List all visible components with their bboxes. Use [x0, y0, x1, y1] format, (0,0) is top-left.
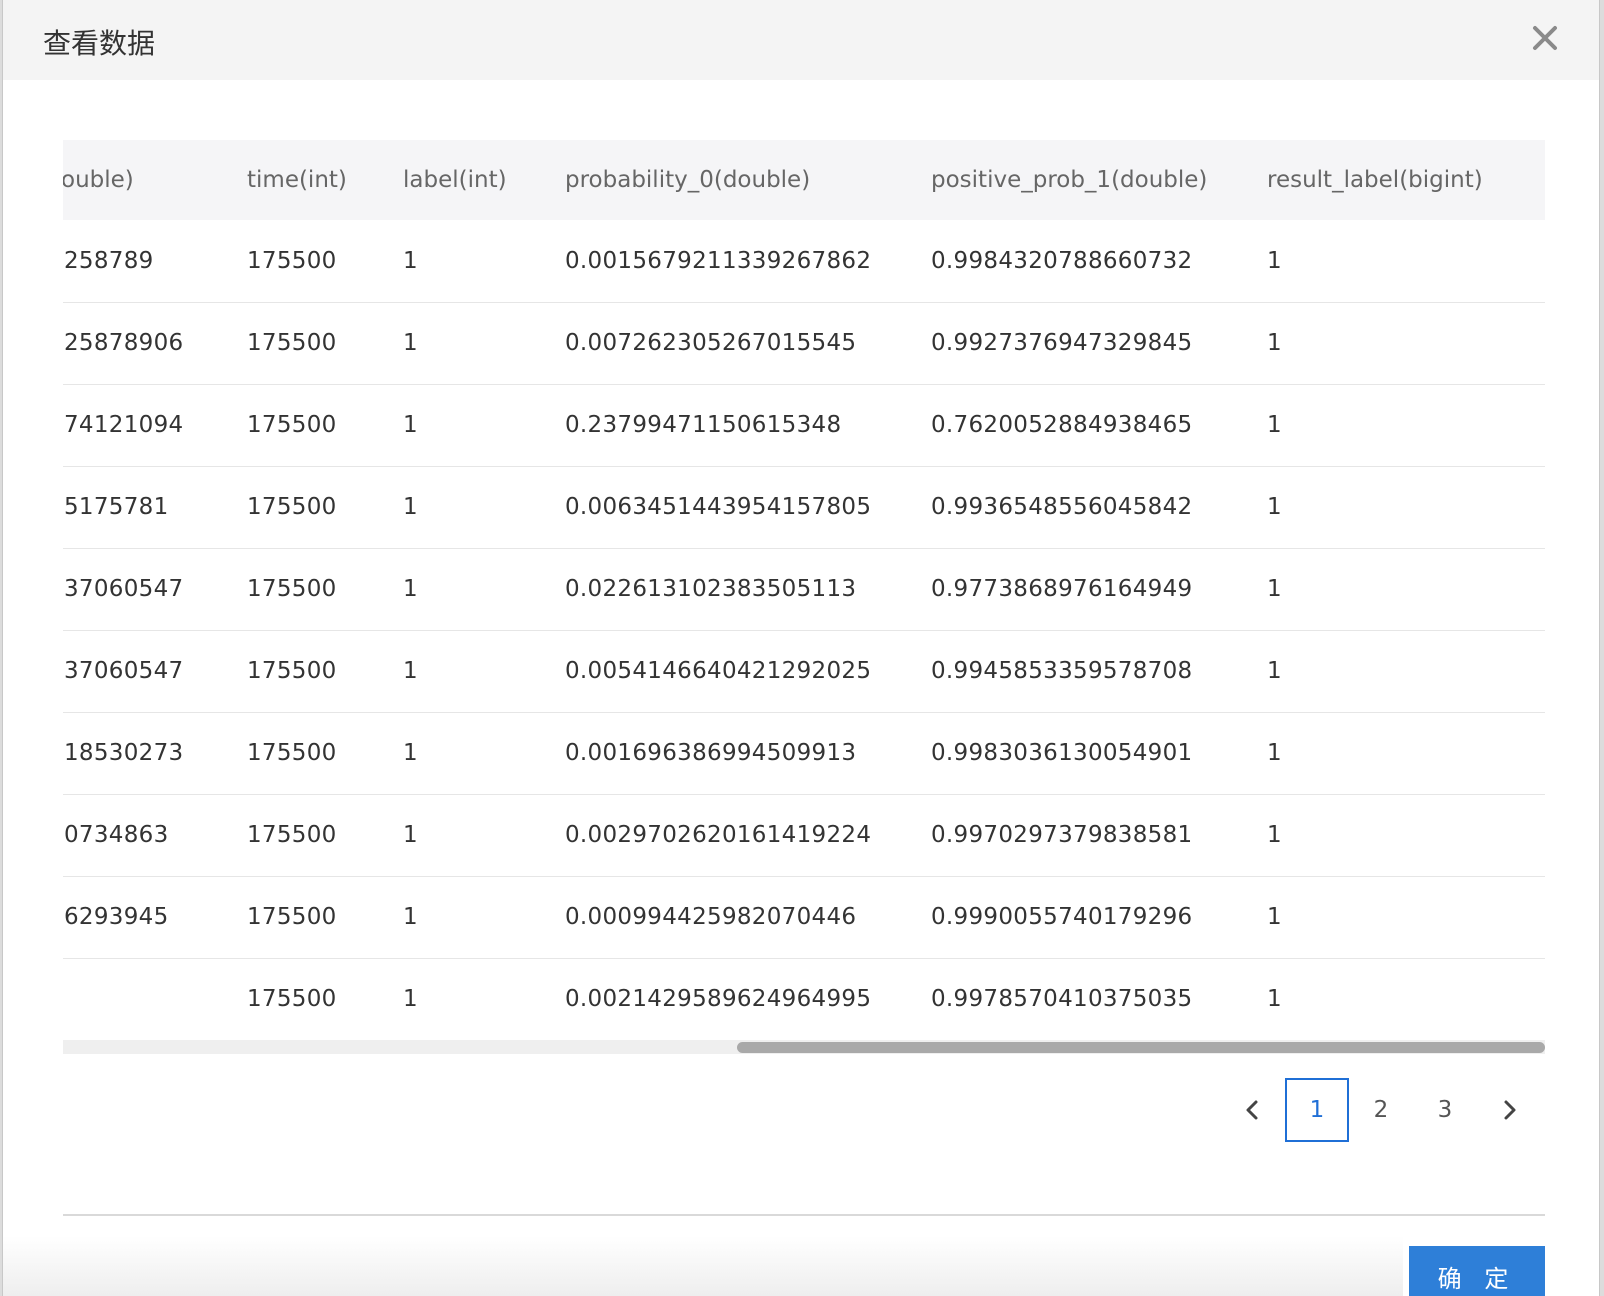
table-cell: 1 — [1267, 794, 1545, 877]
table-cell: 1 — [1267, 986, 1282, 1013]
table-cell: 0.9927376947329845 — [931, 302, 1267, 385]
table-cell: 0.9773868976164949 — [931, 548, 1267, 631]
close-icon — [1533, 26, 1557, 50]
table-cell: 1 — [403, 630, 565, 713]
table-header-row: ouble) time(int) label(int) probability_0(d… — [63, 140, 1545, 220]
table-cell: 0.022613102383505113 — [565, 548, 931, 631]
table-cell: 5175781 — [63, 466, 245, 549]
column-header: label(int) — [403, 167, 507, 193]
table-cell: 175500 — [245, 630, 403, 713]
table-cell: 0.9984320788660732 — [931, 220, 1267, 303]
close-button[interactable] — [1527, 20, 1563, 56]
pagination: 123 — [1221, 1078, 1541, 1142]
table-cell: 258789 — [63, 220, 245, 303]
dialog-title: 查看数据 — [43, 27, 156, 60]
scrollbar-thumb[interactable] — [737, 1042, 1545, 1053]
next-page-button[interactable] — [1477, 1078, 1541, 1142]
data-table: ouble) time(int) label(int) probability_0(d… — [63, 140, 1545, 1040]
table-cell: 0.9983036130054901 — [931, 712, 1267, 795]
table-row: 18530273 175500 1 0.001696386994509913 0.998… — [63, 712, 1545, 795]
table-cell: 1 — [403, 794, 565, 877]
table-cell: 0734863 — [63, 794, 245, 877]
table-cell: 74121094 — [63, 384, 245, 467]
column-header: result_label(bigint) — [1267, 167, 1483, 193]
table-cell: 25878906 — [63, 302, 245, 385]
table-cell: 1 — [1267, 876, 1545, 959]
table-cell: 0.001696386994509913 — [565, 712, 931, 795]
table-cell: 1 — [1267, 302, 1545, 385]
table-cell: 1 — [403, 220, 565, 303]
table-cell: 0.000994425982070446 — [565, 876, 931, 959]
table-cell: 1 — [403, 712, 565, 795]
table-cell: 1 — [403, 548, 565, 631]
table-cell: 175500 — [245, 548, 403, 631]
table-cell: 175500 — [245, 466, 403, 549]
table-cell: 37060547 — [63, 548, 245, 631]
table-cell: 6293945 — [63, 876, 245, 959]
view-data-dialog: 查看数据 ouble) time(int) label(int) probabilit… — [2, 0, 1600, 1296]
dialog-header: 查看数据 — [3, 0, 1599, 80]
table-cell: 1 — [1267, 548, 1545, 631]
table-cell: 0.9945853359578708 — [931, 630, 1267, 713]
table-cell: 0.0021429589624964995 — [565, 986, 872, 1013]
prev-page-button[interactable] — [1221, 1078, 1285, 1142]
table-row: 258789 175500 1 0.0015679211339267862 0.9984… — [63, 220, 1545, 303]
table-row: 25878906 175500 1 0.007262305267015545 0.992… — [63, 302, 1545, 385]
table-cell: 37060547 — [63, 630, 245, 713]
horizontal-scrollbar[interactable] — [63, 1040, 1545, 1054]
table-cell: 0.9978570410375035 — [931, 986, 1193, 1013]
table-cell: 0.0015679211339267862 — [565, 220, 931, 303]
table-cell: 0.23799471150615348 — [565, 384, 931, 467]
table-cell: 175500 — [245, 302, 403, 385]
table-cell: 18530273 — [63, 712, 245, 795]
table-cell: 1 — [403, 302, 565, 385]
table-cell: 1 — [403, 384, 565, 467]
table-cell: 0.0054146640421292025 — [565, 630, 931, 713]
table-cell: 0.007262305267015545 — [565, 302, 931, 385]
table-cell: 1 — [1267, 466, 1545, 549]
table-row: 37060547 175500 1 0.0054146640421292025 0.99… — [63, 630, 1545, 713]
table-cell: 1 — [1267, 712, 1545, 795]
table-row: 175500 1 0.0021429589624964995 0.9978570410… — [63, 958, 1545, 1040]
page-number-button[interactable]: 3 — [1413, 1078, 1477, 1142]
table-cell: 0.7620052884938465 — [931, 384, 1267, 467]
column-header: probability_0(double) — [565, 167, 811, 193]
table-cell: 175500 — [247, 986, 337, 1013]
page-number-button[interactable]: 1 — [1285, 1078, 1349, 1142]
table-cell: 1 — [1267, 384, 1545, 467]
table-cell: 1 — [403, 466, 565, 549]
footer-divider — [63, 1214, 1545, 1216]
table-cell: 0.9970297379838581 — [931, 794, 1267, 877]
table-cell: 1 — [1267, 630, 1545, 713]
bottom-shadow — [3, 1236, 1403, 1296]
column-header: ouble) — [63, 167, 134, 193]
chevron-left-icon — [1246, 1100, 1258, 1120]
table-cell: 175500 — [245, 876, 403, 959]
data-table-container[interactable]: ouble) time(int) label(int) probability_0(d… — [63, 140, 1545, 1040]
table-cell: 1 — [403, 876, 565, 959]
table-row: 5175781 175500 1 0.0063451443954157805 0.993… — [63, 466, 1545, 549]
table-cell: 175500 — [245, 794, 403, 877]
table-cell: 0.9990055740179296 — [931, 876, 1267, 959]
table-row: 0734863 175500 1 0.0029702620161419224 0.997… — [63, 794, 1545, 877]
table-cell: 1 — [403, 986, 418, 1013]
page-number-button[interactable]: 2 — [1349, 1078, 1413, 1142]
table-cell — [63, 958, 245, 1040]
column-header: time(int) — [247, 167, 347, 193]
table-cell: 0.0029702620161419224 — [565, 794, 931, 877]
chevron-right-icon — [1504, 1100, 1516, 1120]
table-cell: 0.0063451443954157805 — [565, 466, 931, 549]
confirm-button[interactable]: 确 定 — [1409, 1246, 1545, 1296]
table-row: 37060547 175500 1 0.022613102383505113 0.977… — [63, 548, 1545, 631]
table-cell: 1 — [1267, 220, 1545, 303]
table-cell: 175500 — [245, 384, 403, 467]
table-row: 6293945 175500 1 0.000994425982070446 0.9990… — [63, 876, 1545, 959]
table-row: 74121094 175500 1 0.23799471150615348 0.7620… — [63, 384, 1545, 467]
column-header: positive_prob_1(double) — [931, 167, 1208, 193]
table-cell: 0.9936548556045842 — [931, 466, 1267, 549]
table-cell: 175500 — [245, 220, 403, 303]
table-cell: 175500 — [245, 712, 403, 795]
